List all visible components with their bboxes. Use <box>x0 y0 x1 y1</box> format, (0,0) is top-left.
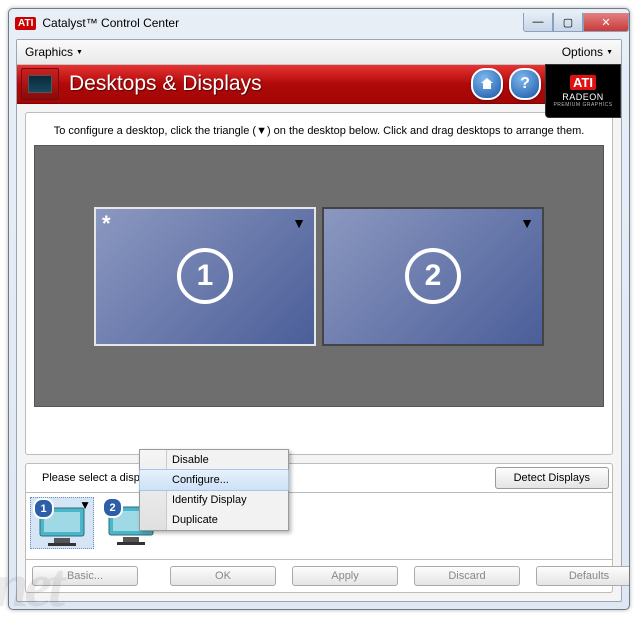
section-banner: Desktops & Displays ? <box>17 65 547 104</box>
apply-button[interactable]: Apply <box>292 566 398 586</box>
desktop-menu-icon[interactable]: ▼ <box>292 215 306 231</box>
options-menu-label: Options <box>562 45 603 59</box>
titlebar[interactable]: ATI Catalyst™ Control Center — ▢ ✕ <box>9 9 629 37</box>
options-menu[interactable]: Options ▼ <box>554 42 621 62</box>
monitor-icon <box>21 68 59 100</box>
desktops-panel: To configure a desktop, click the triang… <box>25 112 613 455</box>
section-title: Desktops & Displays <box>69 72 471 96</box>
display-select-row: Please select a display. Detect Displays <box>25 463 613 492</box>
graphics-menu-label: Graphics <box>25 45 73 59</box>
help-button[interactable]: ? <box>509 68 541 100</box>
ati-brand-text: ATI <box>570 75 596 90</box>
desktop-number: 1 <box>177 248 233 304</box>
home-button[interactable] <box>471 68 503 100</box>
menu-identify[interactable]: Identify Display <box>140 490 288 510</box>
thumb-badge: 1 <box>33 498 54 519</box>
menubar: Graphics ▼ Options ▼ <box>17 40 621 65</box>
menu-disable[interactable]: Disable <box>140 450 288 470</box>
thumb-menu-icon[interactable]: ▼ <box>79 498 91 512</box>
display-thumb-1[interactable]: ▼ 1 <box>30 497 94 549</box>
chevron-down-icon: ▼ <box>606 49 613 56</box>
instruction-text: To configure a desktop, click the triang… <box>34 121 604 145</box>
radeon-text: RADEON <box>562 92 604 102</box>
ati-logo: ATI RADEON PREMIUM GRAPHICS <box>545 64 621 118</box>
radeon-subtitle: PREMIUM GRAPHICS <box>553 102 612 108</box>
help-icon: ? <box>520 75 530 93</box>
home-icon <box>479 76 495 92</box>
titlebar-ati-badge: ATI <box>15 17 36 30</box>
window-title: Catalyst™ Control Center <box>42 16 523 30</box>
desktop-arrangement-area[interactable]: * ▼ 1 ▼ 2 <box>34 145 604 407</box>
desktop-menu-icon[interactable]: ▼ <box>520 215 534 231</box>
defaults-button[interactable]: Defaults <box>536 566 630 586</box>
graphics-menu[interactable]: Graphics ▼ <box>17 42 91 62</box>
primary-star-icon: * <box>102 211 111 237</box>
close-button[interactable]: ✕ <box>583 13 629 32</box>
maximize-button[interactable]: ▢ <box>553 13 583 32</box>
minimize-button[interactable]: — <box>523 13 553 32</box>
detect-displays-button[interactable]: Detect Displays <box>495 467 609 489</box>
desktop-number: 2 <box>405 248 461 304</box>
ok-button[interactable]: OK <box>170 566 276 586</box>
basic-button[interactable]: Basic... <box>32 566 138 586</box>
menu-configure[interactable]: Configure... <box>139 469 289 491</box>
desktop-tile-1[interactable]: * ▼ 1 <box>94 207 316 346</box>
display-thumbnails: ▼ 1 ▼ 2 <box>25 492 613 560</box>
desktop-tile-2[interactable]: ▼ 2 <box>322 207 544 346</box>
thumb-badge: 2 <box>102 497 123 518</box>
menu-duplicate[interactable]: Duplicate <box>140 510 288 530</box>
discard-button[interactable]: Discard <box>414 566 520 586</box>
dialog-buttons: Basic... OK Apply Discard Defaults <box>25 560 613 593</box>
chevron-down-icon: ▼ <box>76 49 83 56</box>
context-menu: Disable Configure... Identify Display Du… <box>139 449 289 531</box>
